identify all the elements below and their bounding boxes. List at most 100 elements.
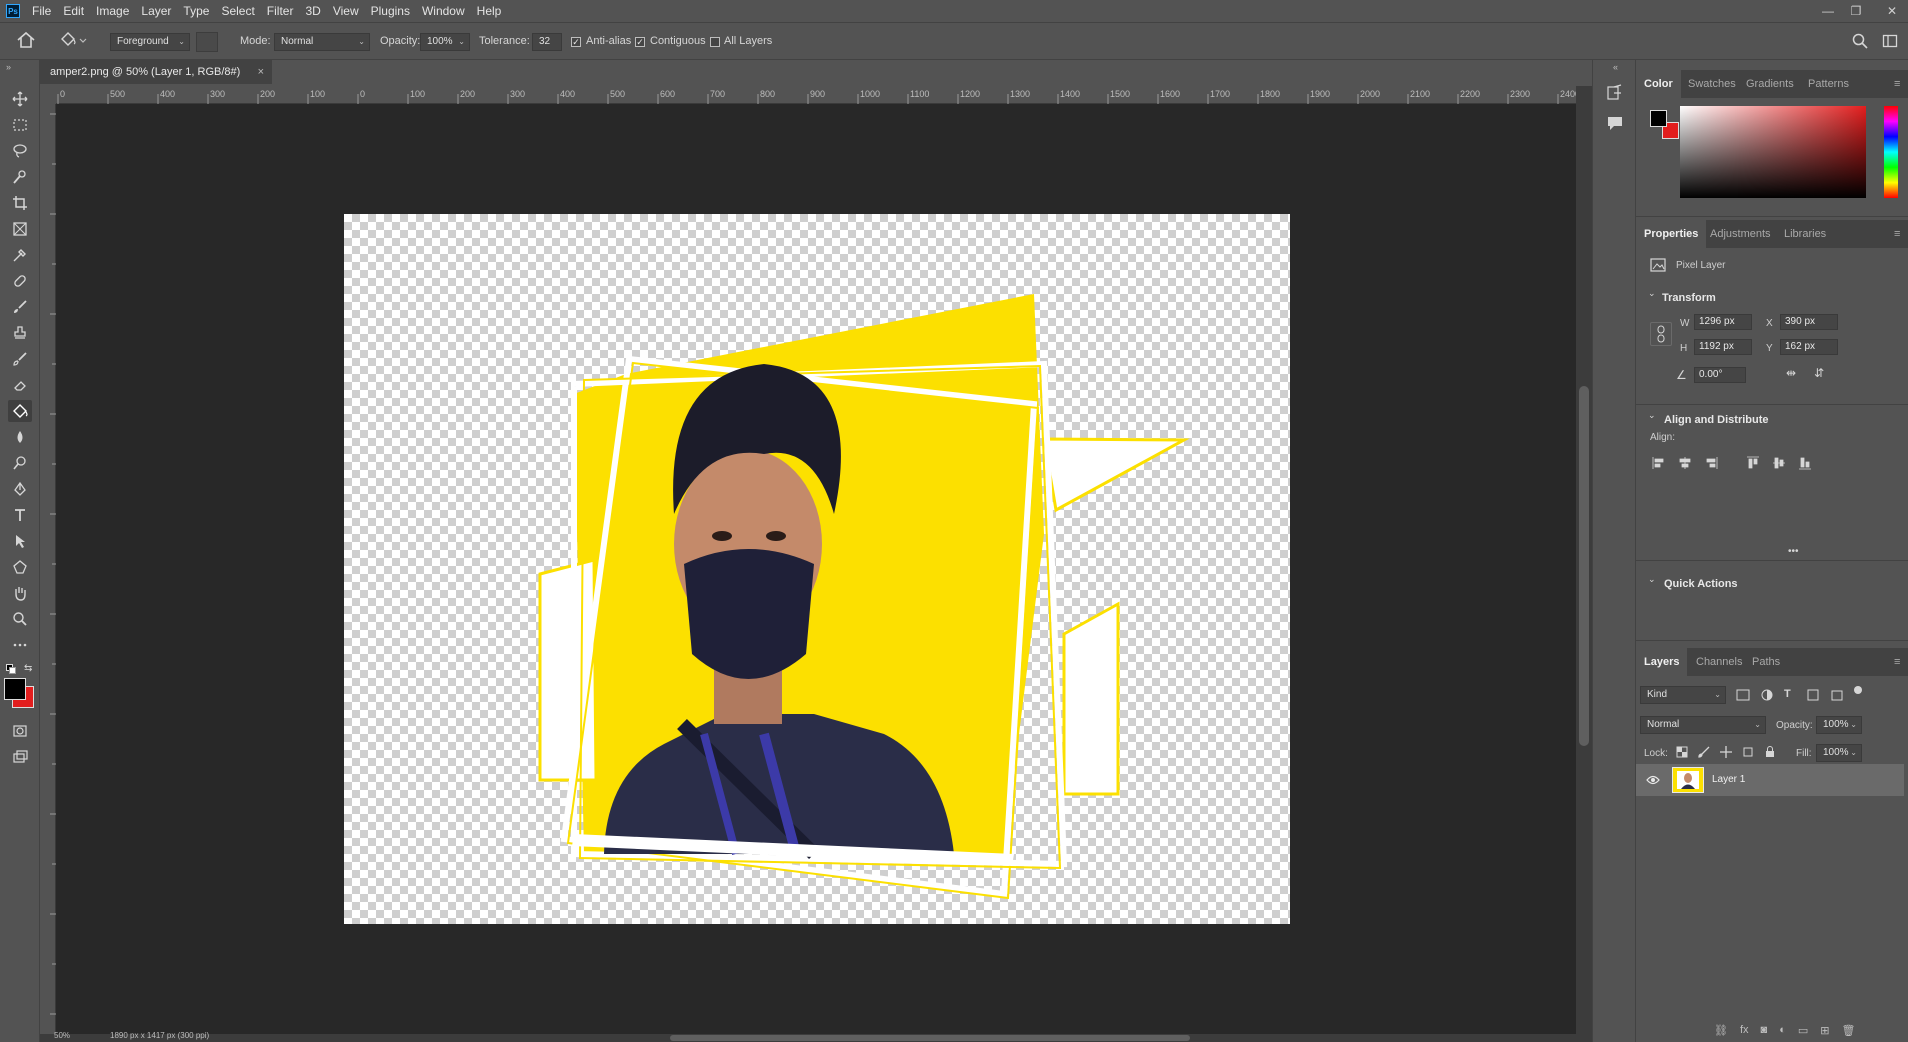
mode-dropdown[interactable]: Normal ⌄ <box>274 33 370 51</box>
eyedropper-tool-icon[interactable] <box>8 244 32 266</box>
zoom-tool-icon[interactable] <box>8 608 32 630</box>
search-icon[interactable] <box>1852 33 1868 49</box>
angle-input[interactable]: 0.00° <box>1694 367 1746 383</box>
layer-row[interactable]: Layer 1 <box>1636 764 1904 796</box>
fill-source-dropdown[interactable]: Foreground ⌄ <box>110 33 190 51</box>
menu-help[interactable]: Help <box>471 0 508 22</box>
tolerance-input[interactable]: 32 <box>532 33 562 51</box>
flip-vertical-icon[interactable]: ⇵ <box>1814 366 1824 380</box>
lock-transparent-icon[interactable] <box>1676 746 1688 758</box>
properties-panel-menu-icon[interactable]: ≡ <box>1894 220 1900 248</box>
visibility-eye-icon[interactable] <box>1646 774 1660 786</box>
horizontal-scroll-thumb[interactable] <box>670 1035 1190 1041</box>
filter-toggle-icon[interactable] <box>1854 686 1862 694</box>
new-group-icon[interactable]: ▭ <box>1798 1024 1808 1037</box>
tab-channels[interactable]: Channels <box>1696 648 1742 676</box>
pen-tool-icon[interactable] <box>8 478 32 500</box>
foreground-color-swatch[interactable] <box>4 678 26 700</box>
new-layer-icon[interactable]: ⊞ <box>1820 1024 1829 1037</box>
collapse-tools-icon[interactable]: » <box>6 62 11 72</box>
vertical-scrollbar[interactable] <box>1576 86 1592 1034</box>
history-panel-icon[interactable] <box>1606 84 1624 102</box>
history-brush-tool-icon[interactable] <box>8 348 32 370</box>
home-icon[interactable] <box>16 31 36 49</box>
delete-layer-icon[interactable]: 🗑 <box>1841 1024 1855 1037</box>
align-left-icon[interactable] <box>1652 456 1666 470</box>
eraser-tool-icon[interactable] <box>8 374 32 396</box>
lock-position-icon[interactable] <box>1720 746 1732 758</box>
lock-artboard-icon[interactable] <box>1742 746 1754 758</box>
lasso-tool-icon[interactable] <box>8 140 32 162</box>
menu-3d[interactable]: 3D <box>299 0 326 22</box>
x-input[interactable]: 390 px <box>1780 314 1838 330</box>
align-top-icon[interactable] <box>1746 456 1760 470</box>
panel-foreground-swatch[interactable] <box>1650 110 1667 127</box>
align-center-v-icon[interactable] <box>1772 456 1786 470</box>
align-bottom-icon[interactable] <box>1798 456 1812 470</box>
more-tools-icon[interactable] <box>8 634 32 656</box>
link-layers-icon[interactable]: ⛓ <box>1714 1024 1728 1037</box>
healing-brush-tool-icon[interactable] <box>8 270 32 292</box>
filter-type-icon[interactable]: T <box>1784 688 1791 700</box>
tab-properties[interactable]: Properties <box>1636 220 1707 248</box>
align-center-h-icon[interactable] <box>1678 456 1692 470</box>
lock-pixels-icon[interactable] <box>1698 746 1710 758</box>
menu-filter[interactable]: Filter <box>261 0 300 22</box>
tab-patterns[interactable]: Patterns <box>1808 70 1849 98</box>
tab-gradients[interactable]: Gradients <box>1746 70 1794 98</box>
menu-view[interactable]: View <box>327 0 365 22</box>
antialias-checkbox[interactable]: ✓ <box>571 37 581 47</box>
hand-tool-icon[interactable] <box>8 582 32 604</box>
filter-smart-object-icon[interactable] <box>1830 688 1844 702</box>
layer-name[interactable]: Layer 1 <box>1712 774 1745 785</box>
frame-tool-icon[interactable] <box>8 218 32 240</box>
type-tool-icon[interactable] <box>8 504 32 526</box>
pattern-swatch[interactable] <box>196 32 218 52</box>
blend-mode-dropdown[interactable]: Normal ⌄ <box>1640 716 1766 734</box>
align-chevron-icon[interactable]: ⌄ <box>1648 410 1656 421</box>
lock-all-icon[interactable] <box>1764 746 1776 758</box>
menu-edit[interactable]: Edit <box>57 0 90 22</box>
tab-swatches[interactable]: Swatches <box>1688 70 1736 98</box>
layer-opacity-input[interactable]: 100% ⌄ <box>1816 716 1862 734</box>
dodge-tool-icon[interactable] <box>8 452 32 474</box>
minimize-button[interactable]: — <box>1814 0 1842 22</box>
contiguous-checkbox[interactable]: ✓ <box>635 37 645 47</box>
menu-window[interactable]: Window <box>416 0 471 22</box>
crop-tool-icon[interactable] <box>8 192 32 214</box>
workspace-icon[interactable] <box>1882 33 1898 49</box>
hue-slider[interactable] <box>1884 106 1898 198</box>
vertical-scroll-thumb[interactable] <box>1579 386 1589 746</box>
filter-adjustment-icon[interactable] <box>1760 688 1774 702</box>
fill-input[interactable]: 100% ⌄ <box>1816 744 1862 762</box>
paint-bucket-tool-icon[interactable] <box>8 400 32 422</box>
collapse-strip-icon[interactable]: « <box>1613 62 1618 72</box>
quick-mask-icon[interactable] <box>8 720 32 742</box>
screen-mode-icon[interactable] <box>8 746 32 768</box>
document-tab[interactable]: amper2.png @ 50% (Layer 1, RGB/8#) × <box>40 60 272 84</box>
align-right-icon[interactable] <box>1704 456 1718 470</box>
close-tab-icon[interactable]: × <box>258 60 264 84</box>
move-tool-icon[interactable] <box>8 88 32 110</box>
default-colors-icon[interactable] <box>6 664 16 674</box>
document-canvas[interactable] <box>344 214 1290 924</box>
horizontal-scrollbar[interactable]: 50% 1890 px x 1417 px (300 ppi) <box>40 1031 1592 1042</box>
filter-shape-icon[interactable] <box>1806 688 1820 702</box>
new-adjustment-icon[interactable]: ◐ <box>1779 1024 1786 1037</box>
menu-image[interactable]: Image <box>90 0 135 22</box>
menu-plugins[interactable]: Plugins <box>365 0 416 22</box>
close-window-button[interactable]: ✕ <box>1878 0 1906 22</box>
flip-horizontal-icon[interactable]: ⇹ <box>1786 366 1796 380</box>
color-panel-menu-icon[interactable]: ≡ <box>1894 70 1900 98</box>
clone-stamp-tool-icon[interactable] <box>8 322 32 344</box>
swap-colors-icon[interactable]: ⇆ <box>24 663 32 674</box>
restore-button[interactable]: ❐ <box>1842 0 1870 22</box>
marquee-tool-icon[interactable] <box>8 114 32 136</box>
layer-style-icon[interactable]: fx <box>1740 1024 1749 1037</box>
custom-shape-tool-icon[interactable] <box>8 556 32 578</box>
layer-filter-dropdown[interactable]: Kind ⌄ <box>1640 686 1726 704</box>
paint-bucket-preset-icon[interactable] <box>58 31 88 49</box>
menu-type[interactable]: Type <box>177 0 215 22</box>
tab-adjustments[interactable]: Adjustments <box>1710 220 1771 248</box>
tab-color[interactable]: Color <box>1636 70 1681 98</box>
